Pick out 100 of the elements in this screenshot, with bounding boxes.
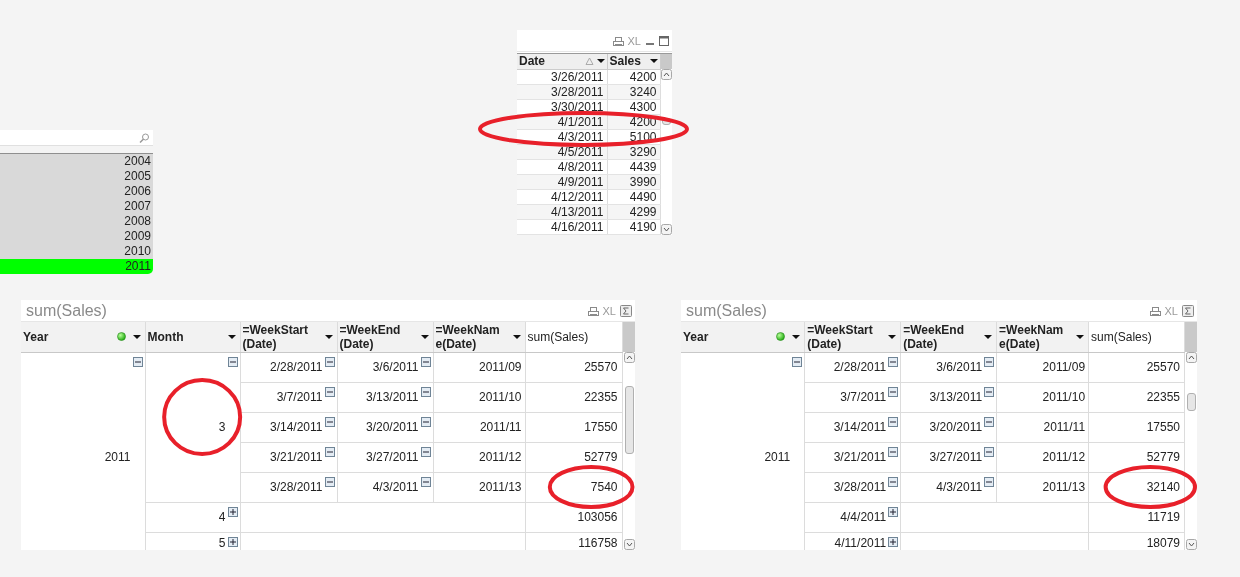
maximize-icon[interactable] — [659, 35, 669, 46]
scroll-up-button[interactable] — [661, 69, 672, 80]
dropdown-caret-icon[interactable] — [132, 334, 141, 339]
scrollbar-thumb[interactable] — [624, 386, 634, 454]
table-cell: 3/30/2011 — [517, 99, 607, 114]
collapse-icon[interactable] — [324, 356, 335, 367]
dropdown-caret-icon[interactable] — [984, 334, 993, 339]
sigma-icon[interactable] — [620, 304, 632, 317]
list-item[interactable]: 2009 — [0, 229, 153, 244]
table-cell: 4/3/2011 — [517, 129, 607, 144]
collapse-icon[interactable] — [888, 356, 899, 367]
scroll-down-button[interactable] — [661, 223, 672, 235]
table-cell: 4200 — [607, 69, 660, 84]
collapse-icon[interactable] — [888, 416, 899, 427]
column-header[interactable]: sum(Sales) — [1088, 322, 1185, 352]
table-cell: 4439 — [607, 159, 660, 174]
table-cell: 4190 — [607, 219, 660, 234]
list-item[interactable]: 2007 — [0, 199, 153, 214]
dropdown-caret-icon[interactable] — [512, 334, 521, 339]
list-item[interactable]: 2006 — [0, 184, 153, 199]
expand-icon[interactable] — [888, 506, 899, 517]
row-label[interactable]: 2011 — [104, 450, 131, 465]
row-label[interactable]: 2011 — [764, 450, 791, 465]
search-icon[interactable] — [139, 132, 149, 143]
collapse-icon[interactable] — [420, 416, 431, 427]
collapse-icon[interactable] — [132, 356, 143, 367]
dropdown-caret-icon[interactable] — [227, 334, 236, 339]
table-cell: 52779 — [1146, 450, 1180, 464]
column-header[interactable]: sum(Sales) — [525, 322, 622, 352]
collapse-icon[interactable] — [984, 416, 995, 427]
dropdown-caret-icon[interactable] — [420, 334, 429, 339]
collapse-icon[interactable] — [420, 476, 431, 487]
scroll-up-button[interactable] — [1185, 352, 1197, 363]
printer-icon[interactable] — [612, 35, 624, 46]
printer-icon[interactable] — [587, 305, 599, 316]
table-cell: 17550 — [584, 420, 618, 434]
table-cell: 103056 — [577, 510, 618, 524]
collapse-icon[interactable] — [324, 386, 335, 397]
dropdown-caret-icon[interactable] — [596, 59, 605, 64]
table-title: sum(Sales) — [25, 300, 107, 321]
collapse-icon[interactable] — [888, 386, 899, 397]
collapse-icon[interactable] — [324, 476, 335, 487]
dropdown-caret-icon[interactable] — [792, 334, 801, 339]
printer-icon[interactable] — [1149, 305, 1161, 316]
scrollbar-header — [623, 322, 635, 352]
dropdown-caret-icon[interactable] — [324, 334, 333, 339]
collapse-icon[interactable] — [420, 386, 431, 397]
collapse-icon[interactable] — [420, 446, 431, 457]
column-header[interactable]: =WeekEnd (Date) — [900, 322, 997, 352]
dropdown-caret-icon[interactable] — [649, 59, 658, 64]
list-item[interactable]: 2011 — [0, 259, 153, 274]
scroll-down-button[interactable] — [623, 539, 635, 550]
collapse-icon[interactable] — [227, 356, 238, 367]
scroll-up-button[interactable] — [623, 352, 635, 363]
table-cell: 4/16/2011 — [517, 219, 607, 234]
table-cell: 4/8/2011 — [517, 159, 607, 174]
row-label[interactable]: 5 — [218, 535, 226, 550]
list-item[interactable]: 2005 — [0, 169, 153, 184]
column-header[interactable]: =WeekStart (Date) — [804, 322, 901, 352]
row-label[interactable]: 3 — [218, 420, 226, 434]
table-cell: 17550 — [1146, 420, 1180, 434]
expand-icon[interactable] — [227, 536, 238, 547]
table-cell: 4/12/2011 — [517, 189, 607, 204]
row-label[interactable]: 4 — [218, 510, 226, 524]
list-item[interactable]: 2004 — [0, 154, 153, 169]
list-item[interactable]: 2008 — [0, 214, 153, 229]
collapse-icon[interactable] — [324, 416, 335, 427]
column-header[interactable]: Month — [145, 322, 240, 352]
collapse-icon[interactable] — [984, 446, 995, 457]
scrollbar-header — [1185, 322, 1197, 352]
collapse-icon[interactable] — [888, 446, 899, 457]
expand-icon[interactable] — [227, 506, 238, 517]
column-header[interactable]: =WeekEnd (Date) — [337, 322, 433, 352]
list-item[interactable]: 2010 — [0, 244, 153, 259]
expand-icon[interactable] — [888, 536, 899, 547]
collapse-icon[interactable] — [792, 356, 803, 367]
table-cell: 52779 — [584, 450, 618, 464]
collapse-icon[interactable] — [984, 386, 995, 397]
column-header[interactable]: =WeekNam e(Date) — [996, 322, 1089, 352]
table-cell: 4490 — [607, 189, 660, 204]
column-header[interactable]: Sales — [607, 54, 660, 69]
column-header[interactable]: =WeekNam e(Date) — [433, 322, 525, 352]
column-header[interactable]: =WeekStart (Date) — [240, 322, 337, 352]
column-header[interactable]: Year — [681, 322, 805, 352]
table-cell: 25570 — [1146, 360, 1180, 374]
scrollbar-thumb[interactable] — [1186, 393, 1196, 411]
collapse-icon[interactable] — [984, 476, 995, 487]
dropdown-caret-icon[interactable] — [888, 334, 897, 339]
table-title: sum(Sales) — [685, 300, 767, 321]
collapse-icon[interactable] — [984, 356, 995, 367]
column-header[interactable]: Year — [21, 322, 145, 352]
collapse-icon[interactable] — [888, 476, 899, 487]
sigma-icon[interactable] — [1182, 304, 1194, 317]
table-cell: 4300 — [607, 99, 660, 114]
column-header[interactable]: Date — [517, 54, 607, 69]
collapse-icon[interactable] — [420, 356, 431, 367]
scroll-down-button[interactable] — [1185, 539, 1197, 550]
search-field[interactable] — [0, 130, 153, 146]
dropdown-caret-icon[interactable] — [1076, 334, 1085, 339]
collapse-icon[interactable] — [324, 446, 335, 457]
